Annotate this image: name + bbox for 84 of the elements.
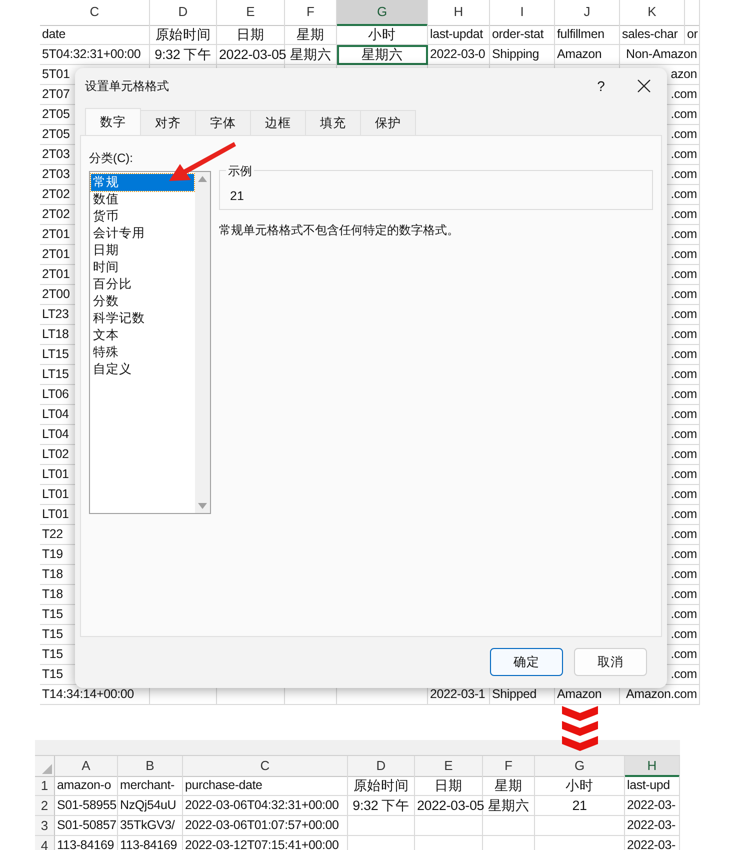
table-cell: 星期六	[483, 796, 535, 816]
table-cell: 星期六	[285, 45, 337, 65]
table-cell: 2022-03-06T01:07:57+00:00	[183, 816, 348, 836]
table-cell: or	[685, 25, 700, 45]
column-header[interactable]: H	[625, 756, 680, 777]
down-chevrons-drawing	[562, 706, 598, 751]
table-cell: 9:32 下午	[348, 796, 415, 816]
table-cell: 9:32 下午	[150, 45, 217, 65]
column-header[interactable]: G	[337, 0, 428, 26]
table-cell: 113-84169	[55, 836, 118, 850]
table-cell: 星期六	[337, 45, 428, 65]
table-cell: 21	[535, 796, 625, 816]
column-header[interactable]: E	[217, 0, 285, 26]
empty-cell	[483, 816, 535, 836]
table-cell: Shipping	[490, 45, 555, 65]
table-cell: 小时	[535, 776, 625, 796]
table-cell: purchase-date	[183, 776, 348, 796]
table-cell: fulfillmen	[555, 25, 620, 45]
list-item[interactable]: 常规	[91, 174, 194, 191]
select-all-corner[interactable]	[35, 756, 55, 777]
table-cell: 2022-03-	[625, 796, 680, 816]
table-cell: 5T04:32:31+00:00	[40, 45, 150, 65]
sample-value: 21	[230, 189, 244, 203]
dialog-button[interactable]: 取消	[574, 648, 647, 676]
table-cell: 113-84169	[118, 836, 183, 850]
table-cell: 2022-03-06T04:32:31+00:00	[183, 796, 348, 816]
table-cell: 日期	[217, 25, 285, 45]
table-cell: sales-char	[620, 25, 685, 45]
table-cell: 2022-03-05	[415, 796, 483, 816]
column-header[interactable]: J	[555, 0, 620, 26]
column-header[interactable]	[685, 0, 700, 26]
column-header[interactable]: D	[150, 0, 217, 26]
table-cell: S01-58955	[55, 796, 118, 816]
column-header[interactable]: F	[483, 756, 535, 777]
row-header[interactable]: 1	[35, 776, 55, 796]
column-header[interactable]: E	[415, 756, 483, 777]
dialog-button[interactable]: 确定	[490, 648, 563, 676]
row-header[interactable]: 2	[35, 796, 55, 816]
corner-triangle-icon	[42, 764, 52, 774]
table-cell: 日期	[415, 776, 483, 796]
scroll-down-icon[interactable]	[198, 503, 207, 509]
category-label: 分类(C):	[89, 150, 134, 167]
scroll-up-icon[interactable]	[198, 176, 207, 182]
tab[interactable]: 数字	[85, 108, 141, 135]
table-cell: Amazon	[555, 45, 620, 65]
column-header[interactable]: I	[490, 0, 555, 26]
description-text: 常规单元格格式不包含任何特定的数字格式。	[219, 222, 460, 239]
table-cell: 星期	[483, 776, 535, 796]
row-header[interactable]: 4	[35, 836, 55, 850]
table-cell: 星期	[285, 25, 337, 45]
help-button[interactable]: ?	[581, 78, 621, 94]
table-cell: 2022-03-0	[428, 45, 490, 65]
table-cell: 原始时间	[150, 25, 217, 45]
table-cell: 2022-03-	[625, 816, 680, 836]
empty-cell	[415, 816, 483, 836]
table-cell: 小时	[337, 25, 428, 45]
table-cell: NzQj54uU	[118, 796, 183, 816]
table-cell: last-upd	[625, 776, 680, 796]
table-cell: order-stat	[490, 25, 555, 45]
table-cell: 原始时间	[348, 776, 415, 796]
tab[interactable]: 保护	[360, 110, 416, 135]
table-cell: date	[40, 25, 150, 45]
column-header[interactable]: K	[620, 0, 685, 26]
empty-cell	[348, 816, 415, 836]
column-header[interactable]: C	[183, 756, 348, 777]
column-header[interactable]: D	[348, 756, 415, 777]
table-cell: 2022-03-05	[217, 45, 285, 65]
sample-legend: 示例	[226, 163, 254, 180]
table-cell: 35TkGV3/	[118, 816, 183, 836]
category-list[interactable]: 常规 数值 货币 会计专用 日期 时间 百分比 分数 科学记数 文本 特殊 自定义	[89, 171, 211, 514]
table-cell: amazon-o	[55, 776, 118, 796]
scrollbar[interactable]	[195, 172, 210, 513]
table-cell: 2022-03-12T07:15:41+00:00	[183, 836, 348, 850]
column-header[interactable]: H	[428, 0, 490, 26]
table-cell: merchant-	[118, 776, 183, 796]
table-cell: 2022-03-	[625, 836, 680, 850]
column-header[interactable]: A	[55, 756, 118, 777]
row-header[interactable]: 3	[35, 816, 55, 836]
column-header[interactable]: C	[40, 0, 150, 26]
table-cell: Non-Amazon	[620, 45, 700, 65]
column-header[interactable]: G	[535, 756, 625, 777]
table-cell: last-updat	[428, 25, 490, 45]
table-cell: S01-50857	[55, 816, 118, 836]
column-header[interactable]: B	[118, 756, 183, 777]
